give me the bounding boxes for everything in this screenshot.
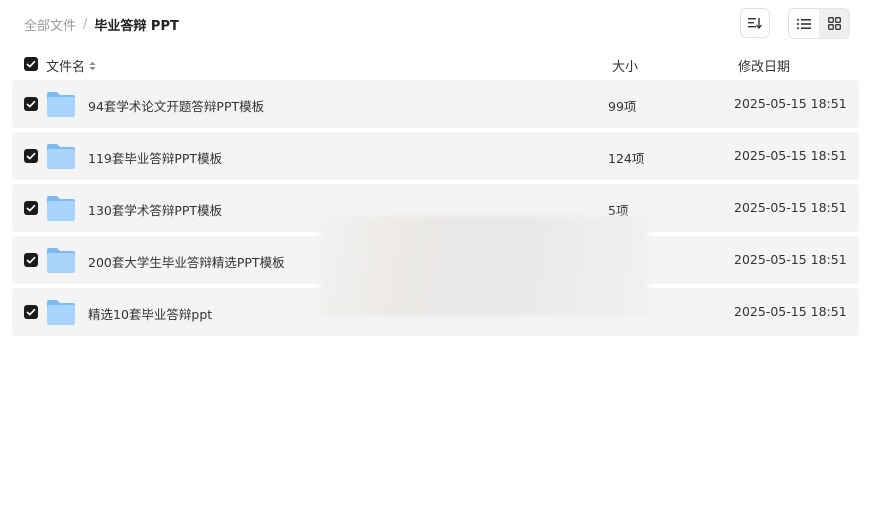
checkmark-icon [26,60,36,68]
folder-icon [47,92,75,117]
row-checkbox[interactable] [24,305,38,319]
file-size: 124项 [608,151,645,166]
row-checkbox[interactable] [24,253,38,267]
checkmark-icon [26,100,36,108]
file-modified-date: 2025-05-15 18:51 [734,252,847,267]
folder-icon [47,300,75,325]
file-modified-date: 2025-05-15 18:51 [734,200,847,215]
row-checkbox[interactable] [24,149,38,163]
file-browser-page: 全部文件 / 毕业答辩 PPT 文件名 大小 修改日期 94套学术论文开题答辩P… [0,0,874,514]
file-row[interactable]: 130套学术答辩PPT模板 5项 2025-05-15 18:51 [12,184,859,232]
grid-view-button[interactable] [819,9,849,38]
file-size: 5项 [608,203,629,218]
sort-button[interactable] [740,8,770,38]
row-checkbox[interactable] [24,201,38,215]
file-modified-date: 2025-05-15 18:51 [734,96,847,111]
column-name-label: 文件名 [46,60,86,75]
breadcrumb: 全部文件 / 毕业答辩 PPT [24,14,179,34]
folder-icon [47,144,75,169]
file-name: 130套学术答辩PPT模板 [88,203,223,218]
file-row[interactable]: 精选10套毕业答辩ppt 2025-05-15 18:51 [12,288,859,336]
list-view-icon [797,18,811,29]
folder-icon [47,248,75,273]
sort-icon [748,18,762,29]
column-size-label: 大小 [612,60,639,75]
grid-view-icon [827,17,841,30]
column-header: 文件名 大小 修改日期 [12,50,859,78]
view-toggle [788,8,850,39]
select-all-checkbox[interactable] [24,57,38,71]
file-name: 119套毕业答辩PPT模板 [88,151,223,166]
file-row[interactable]: 200套大学生毕业答辩精选PPT模板 2025-05-15 18:51 [12,236,859,284]
file-modified-date: 2025-05-15 18:51 [734,304,847,319]
checkmark-icon [26,204,36,212]
file-name: 精选10套毕业答辩ppt [88,307,213,322]
row-checkbox[interactable] [24,97,38,111]
checkmark-icon [26,308,36,316]
file-name: 94套学术论文开题答辩PPT模板 [88,99,265,114]
file-row[interactable]: 94套学术论文开题答辩PPT模板 99项 2025-05-15 18:51 [12,80,859,128]
list-view-button[interactable] [789,9,819,38]
file-row[interactable]: 119套毕业答辩PPT模板 124项 2025-05-15 18:51 [12,132,859,180]
file-modified-date: 2025-05-15 18:51 [734,148,847,163]
breadcrumb-separator: / [83,16,88,32]
checkmark-icon [26,256,36,264]
file-list: 94套学术论文开题答辩PPT模板 99项 2025-05-15 18:51 11… [12,80,859,340]
file-size: 99项 [608,99,637,114]
checkmark-icon [26,152,36,160]
folder-icon [47,196,75,221]
file-name: 200套大学生毕业答辩精选PPT模板 [88,255,285,270]
sort-caret-icon [89,61,96,70]
column-name-sort[interactable]: 文件名 [46,56,96,75]
breadcrumb-current-folder: 毕业答辩 PPT [94,18,179,34]
column-date-label: 修改日期 [738,60,791,75]
breadcrumb-root-link[interactable]: 全部文件 [24,15,76,34]
